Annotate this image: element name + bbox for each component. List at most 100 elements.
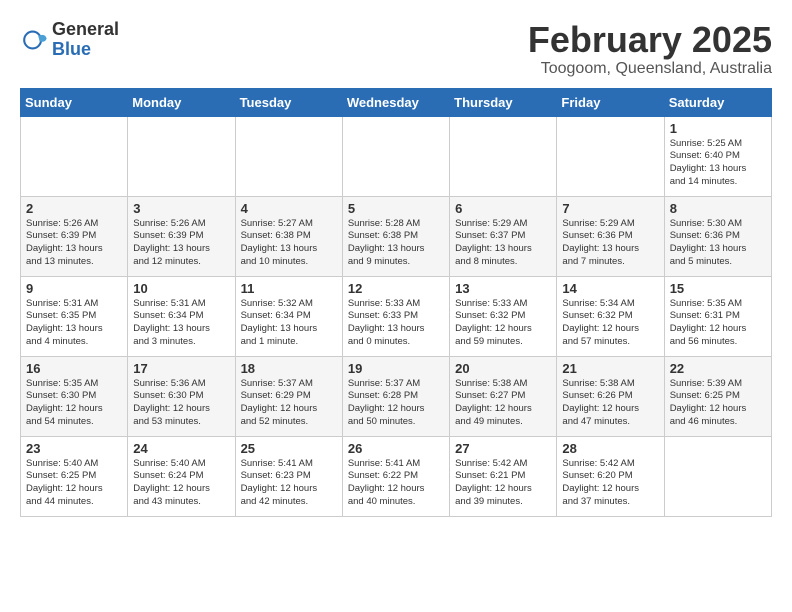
day-info: Sunrise: 5:31 AM Sunset: 6:35 PM Dayligh…: [26, 298, 122, 349]
location: Toogoom, Queensland, Australia: [528, 60, 772, 78]
calendar-cell: 1 Sunrise: 5:25 AM Sunset: 6:40 PM Daylig…: [664, 116, 771, 196]
day-number: 1: [670, 121, 766, 136]
calendar-cell: 6 Sunrise: 5:29 AM Sunset: 6:37 PM Daylig…: [450, 196, 557, 276]
logo-icon: [20, 26, 48, 54]
calendar-table: SundayMondayTuesdayWednesdayThursdayFrid…: [20, 88, 772, 517]
day-info: Sunrise: 5:31 AM Sunset: 6:34 PM Dayligh…: [133, 298, 229, 349]
day-number: 9: [26, 281, 122, 296]
day-info: Sunrise: 5:35 AM Sunset: 6:30 PM Dayligh…: [26, 378, 122, 429]
day-number: 6: [455, 201, 551, 216]
weekday-header-sunday: Sunday: [21, 88, 128, 116]
day-number: 17: [133, 361, 229, 376]
calendar-cell: 20 Sunrise: 5:38 AM Sunset: 6:27 PM Dayli…: [450, 356, 557, 436]
calendar-week-5: 23Sunrise: 5:40 AM Sunset: 6:25 PM Dayli…: [21, 436, 772, 516]
calendar-cell: [557, 116, 664, 196]
day-number: 12: [348, 281, 444, 296]
weekday-header-saturday: Saturday: [664, 88, 771, 116]
calendar-cell: 21Sunrise: 5:38 AM Sunset: 6:26 PM Dayli…: [557, 356, 664, 436]
calendar-cell: 5 Sunrise: 5:28 AM Sunset: 6:38 PM Daylig…: [342, 196, 449, 276]
calendar-cell: 25 Sunrise: 5:41 AM Sunset: 6:23 PM Dayli…: [235, 436, 342, 516]
calendar-week-3: 9 Sunrise: 5:31 AM Sunset: 6:35 PM Daylig…: [21, 276, 772, 356]
weekday-header-monday: Monday: [128, 88, 235, 116]
calendar-cell: 23Sunrise: 5:40 AM Sunset: 6:25 PM Dayli…: [21, 436, 128, 516]
day-number: 3: [133, 201, 229, 216]
calendar-cell: 26 Sunrise: 5:41 AM Sunset: 6:22 PM Dayli…: [342, 436, 449, 516]
calendar-cell: 8 Sunrise: 5:30 AM Sunset: 6:36 PM Daylig…: [664, 196, 771, 276]
calendar-cell: 13 Sunrise: 5:33 AM Sunset: 6:32 PM Dayli…: [450, 276, 557, 356]
day-info: Sunrise: 5:32 AM Sunset: 6:34 PM Dayligh…: [241, 298, 337, 349]
calendar-cell: 27 Sunrise: 5:42 AM Sunset: 6:21 PM Dayli…: [450, 436, 557, 516]
day-number: 10: [133, 281, 229, 296]
calendar-cell: [450, 116, 557, 196]
day-number: 15: [670, 281, 766, 296]
day-info: Sunrise: 5:29 AM Sunset: 6:37 PM Dayligh…: [455, 218, 551, 269]
day-info: Sunrise: 5:41 AM Sunset: 6:22 PM Dayligh…: [348, 458, 444, 509]
day-info: Sunrise: 5:34 AM Sunset: 6:32 PM Dayligh…: [562, 298, 658, 349]
day-number: 24: [133, 441, 229, 456]
day-number: 8: [670, 201, 766, 216]
calendar-cell: 24Sunrise: 5:40 AM Sunset: 6:24 PM Dayli…: [128, 436, 235, 516]
calendar-cell: 3 Sunrise: 5:26 AM Sunset: 6:39 PM Daylig…: [128, 196, 235, 276]
logo-blue: Blue: [52, 40, 119, 60]
day-number: 16: [26, 361, 122, 376]
day-number: 18: [241, 361, 337, 376]
day-info: Sunrise: 5:42 AM Sunset: 6:21 PM Dayligh…: [455, 458, 551, 509]
day-info: Sunrise: 5:29 AM Sunset: 6:36 PM Dayligh…: [562, 218, 658, 269]
calendar-cell: [235, 116, 342, 196]
day-info: Sunrise: 5:30 AM Sunset: 6:36 PM Dayligh…: [670, 218, 766, 269]
day-number: 20: [455, 361, 551, 376]
month-title: February 2025: [528, 20, 772, 60]
day-number: 26: [348, 441, 444, 456]
weekday-header-wednesday: Wednesday: [342, 88, 449, 116]
day-number: 11: [241, 281, 337, 296]
day-number: 22: [670, 361, 766, 376]
day-number: 13: [455, 281, 551, 296]
day-info: Sunrise: 5:42 AM Sunset: 6:20 PM Dayligh…: [562, 458, 658, 509]
title-block: February 2025 Toogoom, Queensland, Austr…: [528, 20, 772, 78]
day-info: Sunrise: 5:38 AM Sunset: 6:27 PM Dayligh…: [455, 378, 551, 429]
calendar-cell: 11 Sunrise: 5:32 AM Sunset: 6:34 PM Dayli…: [235, 276, 342, 356]
day-info: Sunrise: 5:25 AM Sunset: 6:40 PM Dayligh…: [670, 138, 766, 189]
logo-general: General: [52, 20, 119, 40]
day-info: Sunrise: 5:26 AM Sunset: 6:39 PM Dayligh…: [133, 218, 229, 269]
calendar-week-1: 1 Sunrise: 5:25 AM Sunset: 6:40 PM Daylig…: [21, 116, 772, 196]
day-number: 28: [562, 441, 658, 456]
calendar-cell: 7Sunrise: 5:29 AM Sunset: 6:36 PM Daylig…: [557, 196, 664, 276]
day-info: Sunrise: 5:35 AM Sunset: 6:31 PM Dayligh…: [670, 298, 766, 349]
calendar-cell: [342, 116, 449, 196]
day-number: 14: [562, 281, 658, 296]
calendar-cell: 2 Sunrise: 5:26 AM Sunset: 6:39 PM Daylig…: [21, 196, 128, 276]
day-number: 25: [241, 441, 337, 456]
day-info: Sunrise: 5:27 AM Sunset: 6:38 PM Dayligh…: [241, 218, 337, 269]
day-info: Sunrise: 5:36 AM Sunset: 6:30 PM Dayligh…: [133, 378, 229, 429]
day-info: Sunrise: 5:33 AM Sunset: 6:32 PM Dayligh…: [455, 298, 551, 349]
day-info: Sunrise: 5:37 AM Sunset: 6:28 PM Dayligh…: [348, 378, 444, 429]
calendar-cell: 10 Sunrise: 5:31 AM Sunset: 6:34 PM Dayli…: [128, 276, 235, 356]
day-info: Sunrise: 5:39 AM Sunset: 6:25 PM Dayligh…: [670, 378, 766, 429]
calendar-cell: 19 Sunrise: 5:37 AM Sunset: 6:28 PM Dayli…: [342, 356, 449, 436]
day-number: 19: [348, 361, 444, 376]
calendar-cell: [128, 116, 235, 196]
page-header: General Blue February 2025 Toogoom, Quee…: [20, 20, 772, 78]
logo-text: General Blue: [52, 20, 119, 60]
calendar-cell: 18 Sunrise: 5:37 AM Sunset: 6:29 PM Dayli…: [235, 356, 342, 436]
calendar-cell: 9 Sunrise: 5:31 AM Sunset: 6:35 PM Daylig…: [21, 276, 128, 356]
calendar-cell: [21, 116, 128, 196]
day-number: 5: [348, 201, 444, 216]
calendar-cell: 16 Sunrise: 5:35 AM Sunset: 6:30 PM Dayli…: [21, 356, 128, 436]
day-number: 2: [26, 201, 122, 216]
calendar-cell: 12Sunrise: 5:33 AM Sunset: 6:33 PM Dayli…: [342, 276, 449, 356]
day-number: 4: [241, 201, 337, 216]
day-info: Sunrise: 5:41 AM Sunset: 6:23 PM Dayligh…: [241, 458, 337, 509]
calendar-week-2: 2 Sunrise: 5:26 AM Sunset: 6:39 PM Daylig…: [21, 196, 772, 276]
weekday-header-row: SundayMondayTuesdayWednesdayThursdayFrid…: [21, 88, 772, 116]
calendar-cell: 15 Sunrise: 5:35 AM Sunset: 6:31 PM Dayli…: [664, 276, 771, 356]
day-info: Sunrise: 5:37 AM Sunset: 6:29 PM Dayligh…: [241, 378, 337, 429]
logo: General Blue: [20, 20, 119, 60]
calendar-cell: 14 Sunrise: 5:34 AM Sunset: 6:32 PM Dayli…: [557, 276, 664, 356]
day-info: Sunrise: 5:28 AM Sunset: 6:38 PM Dayligh…: [348, 218, 444, 269]
day-number: 21: [562, 361, 658, 376]
day-number: 27: [455, 441, 551, 456]
day-info: Sunrise: 5:26 AM Sunset: 6:39 PM Dayligh…: [26, 218, 122, 269]
weekday-header-thursday: Thursday: [450, 88, 557, 116]
